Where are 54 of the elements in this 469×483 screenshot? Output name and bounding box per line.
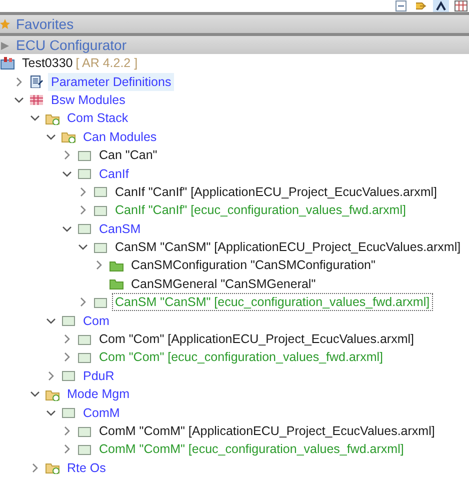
module-icon <box>61 314 76 328</box>
version-label: [ AR 4.2.2 ] <box>76 54 138 72</box>
folder-icon <box>45 388 60 401</box>
module-icon <box>77 332 92 346</box>
section-title: ECU Configurator <box>16 36 126 55</box>
tree-item[interactable]: Com <box>80 312 112 330</box>
folder-icon <box>61 130 76 144</box>
module-icon <box>77 442 92 456</box>
tree-item[interactable]: CanIf "CanIf" [ecuc_configuration_values_fwd.arxml] <box>112 201 409 220</box>
module-icon <box>77 148 92 162</box>
project-icon <box>0 56 15 70</box>
module-icon <box>61 369 76 382</box>
module-icon <box>61 406 76 420</box>
tree-item[interactable]: CanSMConfiguration "CanSMConfiguration" <box>128 256 378 274</box>
tree-item[interactable]: CanIf "CanIf" [ApplicationECU_Project_EcucValues.arxml] <box>112 182 440 201</box>
tree-item[interactable]: ComM "ComM" [ApplicationECU_Project_EcucValues.arxml] <box>96 422 438 440</box>
tree-item[interactable]: CanSM <box>96 220 144 238</box>
document-icon <box>29 75 44 88</box>
tree-item[interactable]: ComM <box>80 404 123 422</box>
tree-item[interactable]: Test0330 <box>19 54 76 72</box>
folder-icon <box>45 112 60 125</box>
section-title: Favorites <box>16 14 74 34</box>
module-icon <box>93 296 108 309</box>
tree-item[interactable]: Rte Os <box>64 458 109 477</box>
tree-item[interactable]: Can Modules <box>80 128 160 146</box>
tree-item[interactable]: Can "Can" <box>96 146 160 164</box>
triangle-icon <box>0 40 10 50</box>
collapse-button[interactable] <box>393 0 409 12</box>
tree-item[interactable]: CanIf <box>96 164 132 183</box>
tree-item[interactable]: ComM "ComM" [ecuc_configuration_values_fwd.arxml] <box>96 440 407 458</box>
tree-item[interactable]: CanSM "CanSM" [ApplicationECU_Project_EcucValues.arxml] <box>112 238 464 256</box>
tree-item[interactable]: Parameter Definitions <box>48 72 174 91</box>
module-icon <box>93 185 108 198</box>
tree-item[interactable]: PduR <box>80 366 118 385</box>
tree-item[interactable]: CanSM "CanSM" [ecuc_configuration_values_fwd.arxml] <box>112 293 433 312</box>
folder-icon <box>109 277 124 290</box>
tree-item[interactable]: Mode Mgm <box>64 385 133 404</box>
star-icon <box>0 19 10 29</box>
module-icon <box>77 424 92 438</box>
tree-item[interactable]: Bsw Modules <box>48 90 128 109</box>
module-icon <box>77 167 92 180</box>
tree-item[interactable]: Com Stack <box>64 109 132 128</box>
folder-icon <box>109 258 124 272</box>
tree-item[interactable]: CanSMGeneral "CanSMGeneral" <box>128 274 319 293</box>
modules-icon <box>29 93 44 106</box>
folder-icon <box>45 461 60 474</box>
module-icon <box>77 350 92 364</box>
grid-button[interactable] <box>453 0 469 12</box>
chevron-button[interactable] <box>433 0 449 12</box>
tree-item[interactable]: Com "Com" [ApplicationECU_Project_EcucValues.arxml] <box>96 330 418 348</box>
module-icon <box>77 222 92 236</box>
module-icon <box>93 240 108 254</box>
module-icon <box>93 204 108 217</box>
tree-item[interactable]: Com "Com" [ecuc_configuration_values_fwd.arxml] <box>96 348 386 366</box>
